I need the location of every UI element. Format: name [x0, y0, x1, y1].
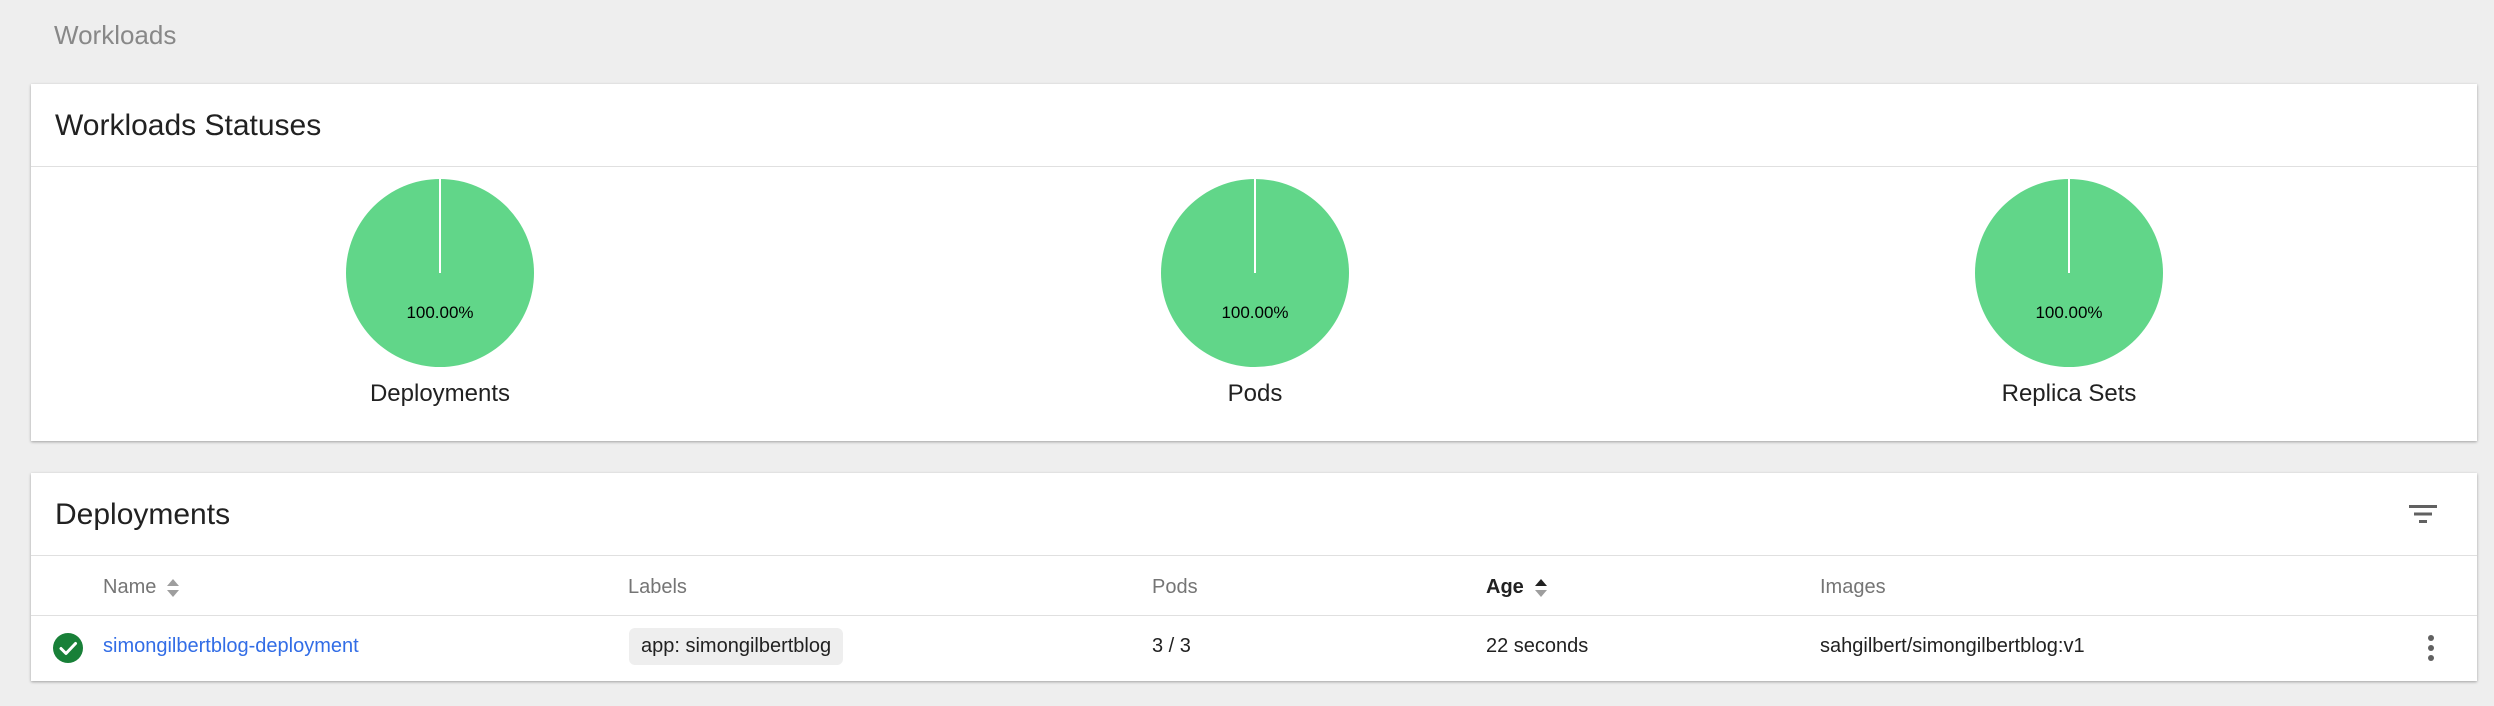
statuses-card-header: Workloads Statuses [31, 84, 2477, 167]
deployments-pie-chart: 100.00% Deployments [340, 178, 540, 408]
breadcrumb-workloads[interactable]: Workloads [54, 20, 176, 51]
replica-sets-pie-chart: 100.00% Replica Sets [1969, 178, 2169, 408]
table-header-row: Name Labels Pods Age Images [31, 555, 2477, 616]
table-row: simongilbertblog-deployment app: simongi… [31, 616, 2477, 680]
column-header-pods: Pods [1152, 576, 1198, 599]
column-header-images: Images [1820, 576, 1886, 599]
sort-ascending-icon[interactable] [1534, 578, 1548, 598]
deployments-title: Deployments [55, 498, 231, 531]
image-value: sahgilbert/simongilbertblog:v1 [1820, 635, 2085, 657]
pie-percent-text: 100.00% [406, 303, 473, 322]
pie-label-deployments: Deployments [369, 380, 511, 407]
column-header-labels-label: Labels [628, 576, 687, 598]
statuses-title: Workloads Statuses [55, 109, 322, 142]
column-header-pods-label: Pods [1152, 576, 1198, 598]
column-header-age-label: Age [1486, 576, 1524, 598]
deployments-card-header: Deployments [31, 473, 2477, 556]
deployment-name-link[interactable]: simongilbertblog-deployment [103, 635, 359, 658]
filter-list-icon[interactable] [2407, 501, 2439, 527]
pods-pie-svg: 100.00% [1161, 179, 1349, 367]
column-header-name[interactable]: Name [103, 576, 180, 599]
check-circle-icon [53, 633, 83, 663]
column-header-age[interactable]: Age [1486, 576, 1548, 599]
deployments-pie-svg: 100.00% [346, 179, 534, 367]
age-value: 22 seconds [1486, 635, 1589, 657]
sort-icon[interactable] [166, 578, 180, 598]
pods-count: 3 / 3 [1152, 635, 1191, 657]
pie-percent-text: 100.00% [1221, 303, 1288, 322]
replica-sets-pie-svg: 100.00% [1975, 179, 2163, 367]
column-header-name-label: Name [103, 576, 157, 598]
pie-label-pods: Pods [1227, 380, 1283, 407]
pie-percent-text: 100.00% [2035, 303, 2102, 322]
deployments-card: Deployments Name Labels Pods Age Images … [31, 473, 2477, 681]
more-vert-icon[interactable] [2421, 632, 2441, 664]
label-chip[interactable]: app: simongilbertblog [629, 628, 844, 665]
pie-label-replica-sets: Replica Sets [2001, 380, 2137, 407]
pods-pie-chart: 100.00% Pods [1155, 178, 1355, 408]
column-header-images-label: Images [1820, 576, 1886, 598]
workloads-statuses-card: Workloads Statuses 100.00% Deployments 1… [31, 84, 2477, 441]
column-header-labels: Labels [628, 576, 687, 599]
